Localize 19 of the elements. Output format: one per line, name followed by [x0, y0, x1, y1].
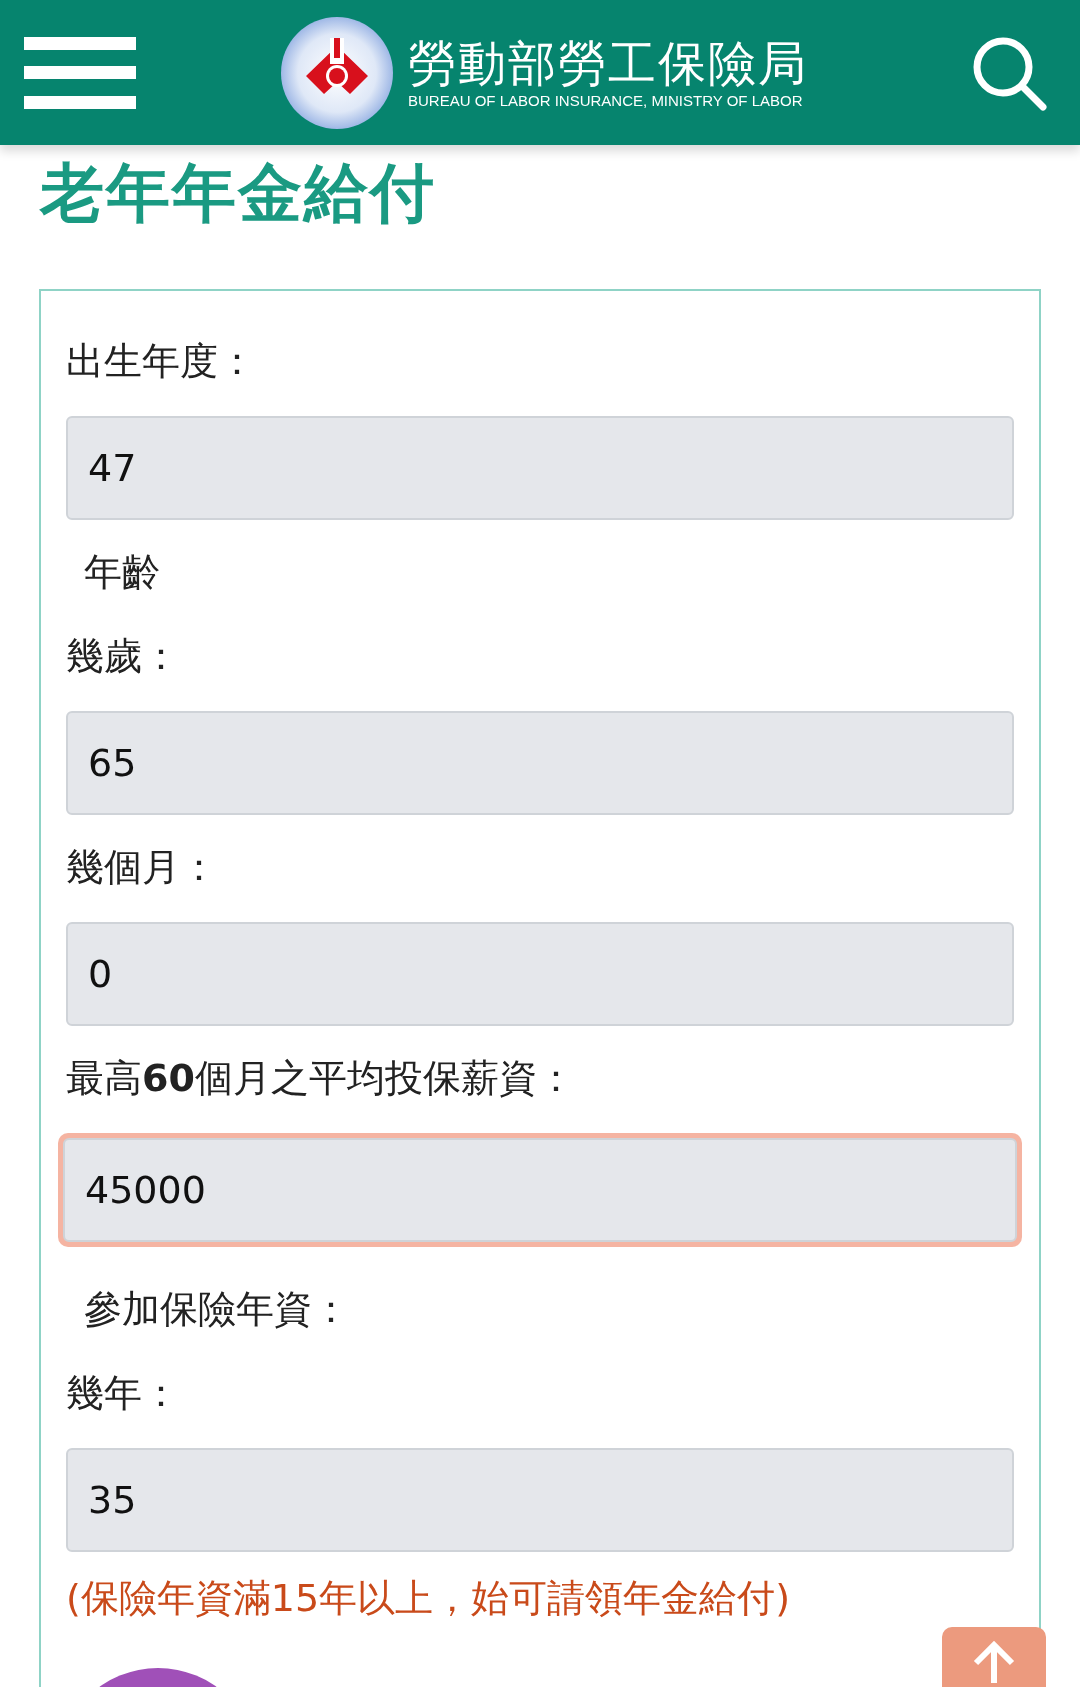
site-title: 勞動部勞工保險局: [408, 34, 808, 91]
field-label: 最高60個月之平均投保薪資：: [66, 1056, 576, 1100]
field-label: 幾個月：: [66, 845, 219, 889]
input-field[interactable]: 45000: [63, 1138, 1017, 1242]
menu-icon[interactable]: [24, 34, 136, 111]
field-label: 幾年：: [66, 1371, 181, 1415]
group-heading: 參加保險年資：: [84, 1287, 351, 1331]
page-title: 老年年金給付: [40, 155, 437, 232]
site-subtitle: BUREAU OF LABOR INSURANCE, MINISTRY OF LABOR: [408, 90, 804, 111]
field-label: 出生年度：: [66, 339, 257, 383]
note-text: (保險年資滿15年以上，始可請領年金給付): [66, 1575, 791, 1622]
input-field[interactable]: 65: [66, 711, 1014, 815]
input-field[interactable]: 35: [66, 1448, 1014, 1552]
input-field[interactable]: 0: [66, 922, 1014, 1026]
field-label: 幾歲：: [66, 634, 181, 678]
group-heading: 年齡: [84, 550, 161, 594]
input-field[interactable]: 47: [66, 416, 1014, 520]
up-arrow-icon: [971, 1639, 1017, 1685]
logo-icon: [280, 15, 394, 130]
